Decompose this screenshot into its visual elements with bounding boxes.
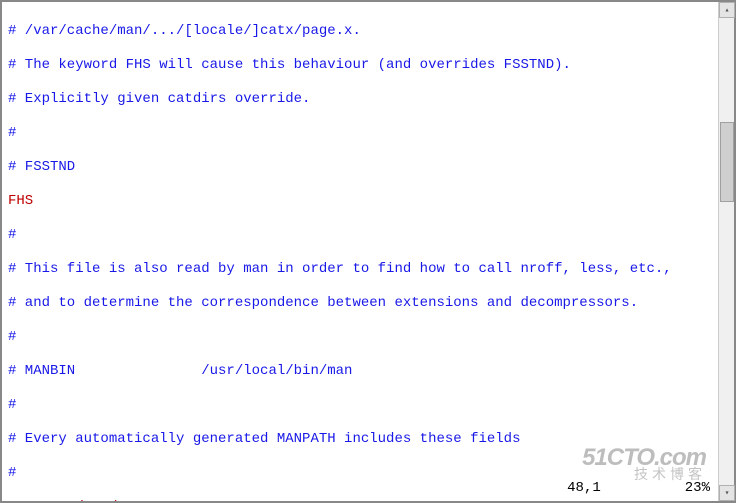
code-line: #	[8, 329, 16, 345]
code-line: # /var/cache/man/.../[locale/]catx/page.…	[8, 23, 361, 39]
code-line: # Every automatically generated MANPATH …	[8, 431, 520, 447]
scroll-percent: 23%	[685, 480, 710, 496]
vertical-scrollbar[interactable]: ▴ ▾	[718, 2, 734, 501]
code-line: # FSSTND	[8, 159, 75, 175]
scroll-thumb[interactable]	[720, 122, 734, 202]
code-line: FHS	[8, 193, 33, 209]
manpath-keyword: MANPATH	[8, 499, 67, 501]
scroll-down-button[interactable]: ▾	[719, 485, 735, 501]
code-line: # MANBIN /usr/local/bin/man	[8, 363, 352, 379]
code-line: # Explicitly given catdirs override.	[8, 91, 310, 107]
manpath-value: /usr/man	[67, 499, 143, 501]
editor-viewport[interactable]: # /var/cache/man/.../[locale/]catx/page.…	[2, 2, 718, 501]
scroll-up-button[interactable]: ▴	[719, 2, 735, 18]
code-line: # and to determine the correspondence be…	[8, 295, 638, 311]
code-line: #	[8, 227, 16, 243]
code-line: # The keyword FHS will cause this behavi…	[8, 57, 571, 73]
code-line: # This file is also read by man in order…	[8, 261, 672, 277]
cursor-position: 48,1	[567, 480, 601, 496]
code-line: #	[8, 397, 16, 413]
code-line: #	[8, 125, 16, 141]
code-line: #	[8, 465, 16, 481]
status-line: 48,1 23%	[567, 480, 710, 497]
